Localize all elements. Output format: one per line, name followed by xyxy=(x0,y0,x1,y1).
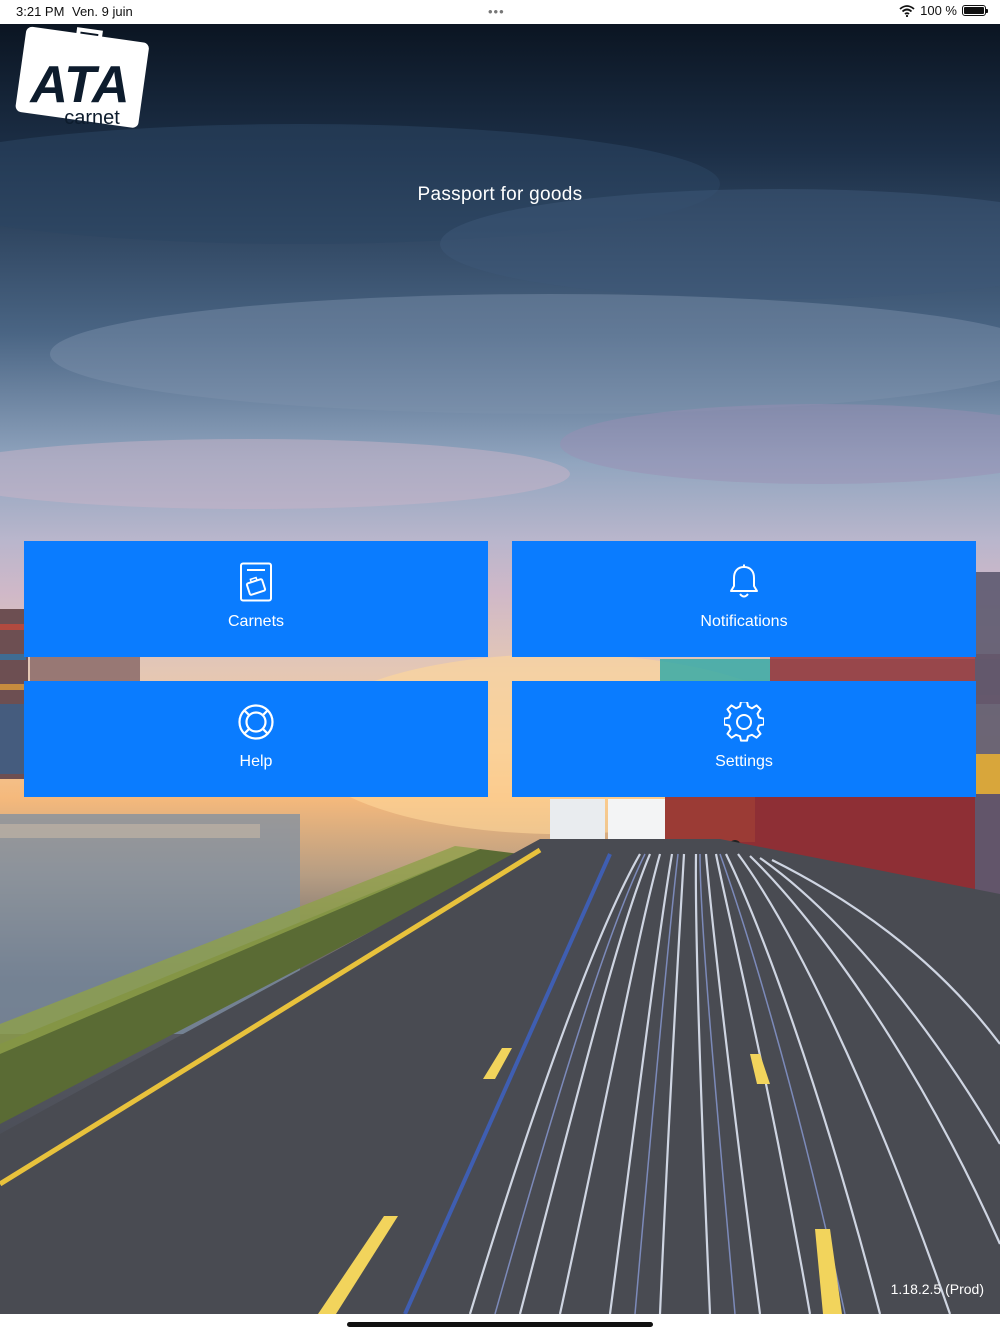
lifebuoy-icon xyxy=(236,701,276,743)
background-scene: ATA carnet Passport for goods xyxy=(0,24,1000,1314)
help-tile[interactable]: Help xyxy=(24,681,488,797)
carnet-document-icon xyxy=(236,561,276,603)
settings-tile[interactable]: Settings xyxy=(512,681,976,797)
port-highway-illustration xyxy=(0,124,1000,1314)
tagline: Passport for goods xyxy=(417,184,583,205)
carnets-label: Carnets xyxy=(227,613,285,630)
logo-ata-text: ATA xyxy=(28,56,129,114)
notifications-label: Notifications xyxy=(700,613,788,630)
ata-carnet-logo: ATA carnet xyxy=(15,26,149,129)
carnets-tile[interactable]: Carnets xyxy=(24,541,488,657)
app-version: 1.18.2.5 (Prod) xyxy=(890,1281,984,1297)
bell-icon xyxy=(724,561,764,603)
logo-carnet-text: carnet xyxy=(64,107,120,129)
battery-percent: 100 % xyxy=(920,3,957,18)
status-bar: 3:21 PM Ven. 9 juin ••• 100 % xyxy=(0,0,1000,24)
gear-icon xyxy=(724,701,764,743)
status-indicators: 100 % xyxy=(899,3,988,18)
home-indicator[interactable] xyxy=(347,1322,653,1327)
battery-icon xyxy=(962,5,988,16)
status-time: 3:21 PM xyxy=(16,4,65,19)
notifications-tile[interactable]: Notifications xyxy=(512,541,976,657)
status-date: Ven. 9 juin xyxy=(72,4,133,19)
help-label: Help xyxy=(239,753,273,770)
settings-label: Settings xyxy=(715,753,773,770)
wifi-icon xyxy=(899,4,915,17)
multitask-dots[interactable]: ••• xyxy=(488,4,505,19)
